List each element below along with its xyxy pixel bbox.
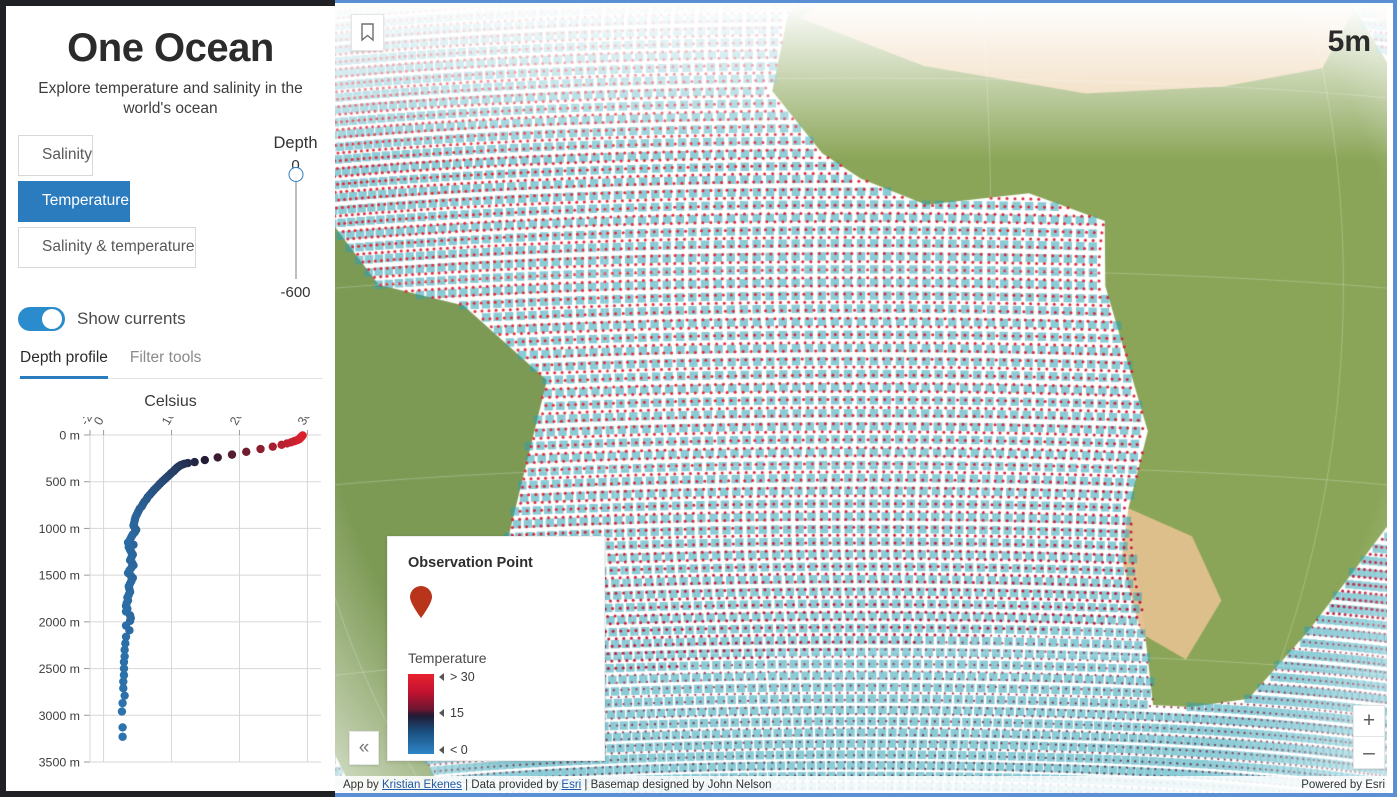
mode-button-group: Salinity Temperature Salinity & temperat…: [18, 134, 268, 301]
zoom-out-button[interactable]: –: [1353, 737, 1385, 769]
svg-text:0: 0: [91, 417, 107, 428]
legend-ramp-title: Temperature: [408, 650, 487, 666]
depth-profile-chart[interactable]: 0 m 500 m 1000 m 1500 m 2000 m 2500 m 3000 m 35…: [18, 417, 329, 791]
svg-text:10: 10: [159, 417, 178, 428]
legend-pin: [408, 585, 584, 624]
depth-slider-thumb[interactable]: [288, 167, 303, 183]
chart-title: Celsius: [144, 393, 197, 411]
attribution-provider-link[interactable]: Esri: [561, 779, 581, 791]
svg-text:2000 m: 2000 m: [39, 616, 80, 630]
ramp-arrow-icon-mid: [439, 709, 444, 717]
svg-text:2500 m: 2500 m: [39, 662, 80, 676]
svg-text:3500 m: 3500 m: [39, 756, 80, 770]
show-currents-label: Show currents: [77, 309, 186, 329]
legend-ramp-label-high: > 30: [450, 670, 475, 684]
svg-text:500 m: 500 m: [46, 475, 80, 489]
mode-and-depth-controls: Salinity Temperature Salinity & temperat…: [18, 134, 323, 301]
depth-slider-control[interactable]: Depth 0 -600: [268, 135, 323, 301]
page-subtitle: Explore temperature and salinity in the …: [38, 80, 303, 117]
tab-depth-profile[interactable]: Depth profile: [20, 349, 108, 380]
mode-button-temperature[interactable]: Temperature: [18, 180, 131, 222]
page-title: One Ocean: [67, 26, 274, 70]
map-pin-icon: [410, 586, 432, 618]
ramp-arrow-icon-low: [439, 746, 444, 754]
sidebar-panel: One Ocean Explore temperature and salini…: [0, 0, 335, 797]
ramp-arrow-icon-high: [439, 673, 444, 681]
depth-slider-title: Depth: [273, 133, 318, 152]
attribution-author-link[interactable]: Kristian Ekenes: [382, 779, 462, 791]
minus-icon: –: [1363, 740, 1375, 764]
show-currents-toggle[interactable]: [18, 307, 65, 332]
legend-color-ramp-row: > 30 15 < 0: [408, 670, 584, 757]
svg-text:3000 m: 3000 m: [39, 709, 80, 723]
attribution-bar: App by Kristian Ekenes | Data provided b…: [335, 776, 1393, 793]
map-scale-label: 5m: [1327, 25, 1371, 58]
attribution-mid-2: | Basemap designed by John Nelson: [581, 778, 772, 791]
attribution-powered-by: Powered by Esri: [1301, 778, 1385, 791]
attribution-mid-1: | Data provided by: [461, 778, 562, 791]
mode-button-salinity-temperature[interactable]: Salinity & temperature: [18, 226, 196, 268]
bookmark-button[interactable]: [351, 14, 384, 51]
depth-slider-track[interactable]: [288, 167, 303, 280]
svg-text:0 m: 0 m: [59, 429, 80, 443]
legend-ramp-label-low: < 0: [450, 743, 468, 757]
one-ocean-app: One Ocean Explore temperature and salini…: [0, 0, 1397, 797]
attribution-text: App by Kristian Ekenes | Data provided b…: [343, 779, 772, 791]
svg-text:1500 m: 1500 m: [39, 569, 80, 583]
legend-color-ramp: [408, 674, 434, 754]
legend-ramp-label-mid: 15: [450, 706, 464, 720]
show-currents-toggle-row[interactable]: Show currents: [18, 307, 323, 332]
svg-text:1000 m: 1000 m: [39, 522, 80, 536]
toggle-knob: [42, 309, 62, 330]
legend-title: Observation Point: [408, 555, 533, 571]
legend-ramp-labels: > 30 15 < 0: [434, 670, 554, 757]
bookmark-icon: [361, 23, 374, 42]
svg-text:20: 20: [227, 417, 246, 428]
mode-button-salinity[interactable]: Salinity: [18, 134, 93, 176]
depth-slider-min-label: -600: [280, 284, 311, 302]
map-legend: Observation Point Temperature > 30 15 < …: [387, 536, 605, 761]
chevron-double-left-icon: «: [358, 737, 370, 758]
plus-icon: +: [1362, 709, 1376, 732]
collapse-panel-button[interactable]: «: [349, 731, 379, 765]
tab-filter-tools[interactable]: Filter tools: [130, 349, 202, 379]
attribution-prefix: App by: [343, 778, 382, 791]
zoom-in-button[interactable]: +: [1353, 705, 1385, 737]
sidebar-tabs: Depth profile Filter tools: [18, 349, 323, 380]
map-view[interactable]: 5m « + – Observation Point Temperature >…: [335, 0, 1397, 797]
svg-text:30: 30: [295, 417, 314, 428]
chart-svg: 0 m 500 m 1000 m 1500 m 2000 m 2500 m 3000 m 35…: [39, 417, 321, 770]
